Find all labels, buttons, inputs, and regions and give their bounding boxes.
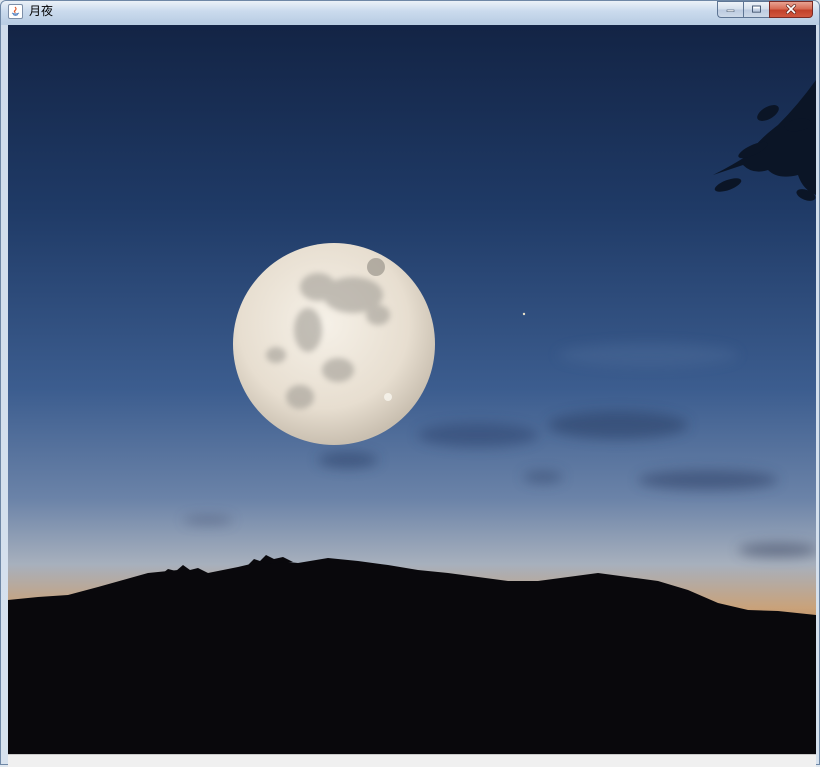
title-bar[interactable]: 月夜 — [1, 1, 819, 23]
moon — [233, 243, 435, 445]
maximize-button[interactable] — [743, 1, 769, 18]
maximize-icon — [752, 5, 761, 13]
caption-buttons — [717, 1, 813, 18]
minimize-icon — [726, 9, 735, 12]
java-icon[interactable] — [8, 4, 23, 19]
minimize-button[interactable] — [717, 1, 743, 18]
close-icon — [785, 4, 797, 15]
moon-night-image — [8, 25, 816, 754]
close-button[interactable] — [769, 1, 813, 18]
application-window: 月夜 — [0, 0, 820, 767]
bottom-border — [8, 754, 816, 767]
window-title: 月夜 — [29, 4, 54, 18]
image-panel — [8, 25, 816, 754]
